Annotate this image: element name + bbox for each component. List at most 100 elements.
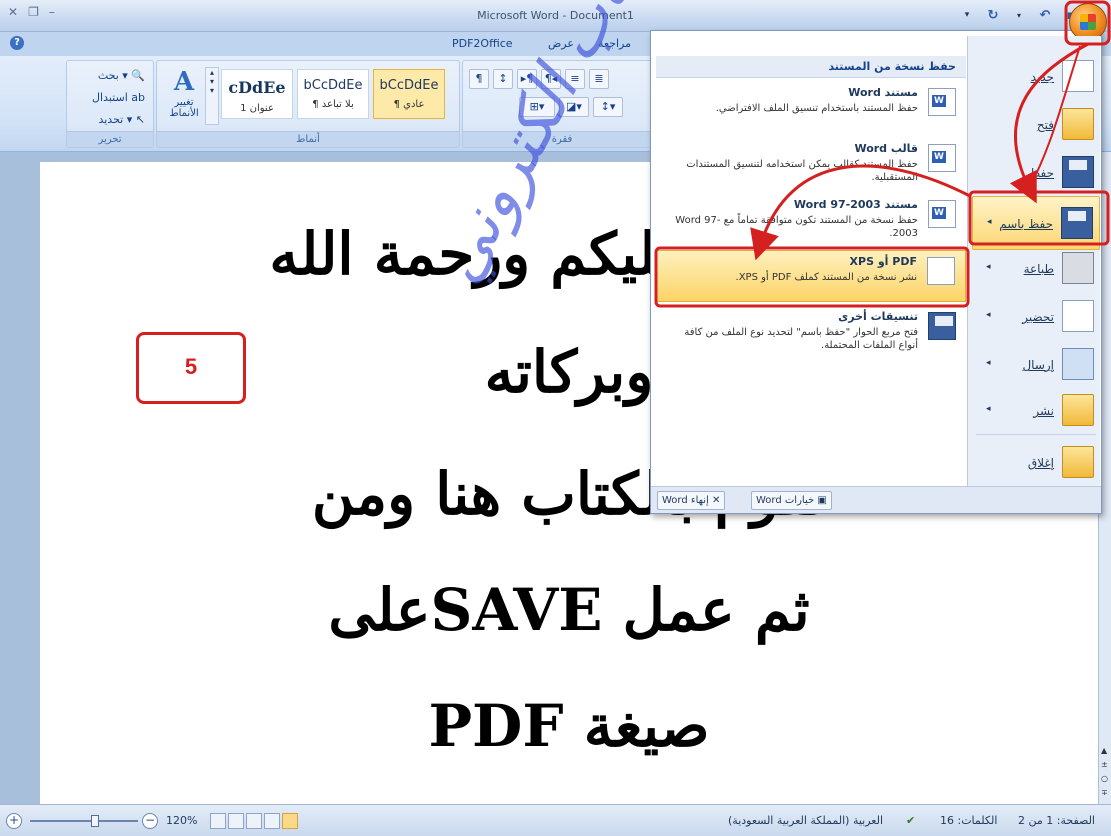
submenu-item-desc: حفظ نسخة من المستند تكون متوافقة تماماً … <box>675 215 918 239</box>
view-outline-icon[interactable] <box>228 813 244 829</box>
submenu-item-desc: حفظ المستند كقالب يمكن استخدامه لتنسيق ا… <box>686 159 918 183</box>
menu-item-new[interactable]: جديد <box>972 50 1100 104</box>
line-spacing-icon[interactable]: ↕▾ <box>593 97 623 117</box>
menu-item-save[interactable]: حفظ <box>972 146 1100 200</box>
save-as-word-document[interactable]: W مستند Word حفظ المستند باستخدام تنسيق … <box>656 82 966 136</box>
menu-item-publish[interactable]: ◂ نشر <box>972 384 1100 438</box>
binoculars-icon: ▾ 🔍 <box>122 69 145 82</box>
redo-icon[interactable]: ↻ <box>984 6 1002 24</box>
step-number-badge: 5 <box>136 332 246 404</box>
word-97-icon: W <box>928 200 956 228</box>
view-draft-icon[interactable] <box>210 813 226 829</box>
menu-item-print[interactable]: ◂ طباعة <box>972 242 1100 296</box>
language-status[interactable]: العربية (المملكة العربية السعودية) <box>728 814 883 827</box>
tab-pdf2office[interactable]: PDF2Office <box>452 37 513 50</box>
replace-button[interactable]: استبدال ab <box>92 91 145 104</box>
exit-word-button[interactable]: ✕ إنهاء Word <box>657 491 726 510</box>
style-sample: bCcDdEe <box>379 78 439 93</box>
style-no-spacing[interactable]: bCcDdEe ¶ بلا تباعد <box>297 69 369 119</box>
doc-line-5: صيغة PDF <box>428 692 710 760</box>
word-count[interactable]: الكلمات: 16 <box>940 814 997 827</box>
page-number[interactable]: الصفحة: 1 من 2 <box>1018 814 1095 827</box>
styles-scroll[interactable]: ▴ ▾ ▾ <box>205 67 219 125</box>
style-name: ¶ بلا تباعد <box>312 99 354 110</box>
save-as-icon <box>1061 207 1093 239</box>
save-as-pdf-xps[interactable]: PDF أو XPS نشر نسخة من المستند كملف PDF … <box>656 250 966 302</box>
find-button[interactable]: بحث ▾ 🔍 <box>98 69 145 82</box>
proofing-icon[interactable]: ✔ <box>906 814 915 827</box>
undo-dropdown-icon[interactable]: ▾ <box>1010 6 1028 24</box>
other-formats-icon <box>928 312 956 340</box>
submenu-arrow-icon: ◂ <box>987 217 992 227</box>
word-options-button[interactable]: ▣ خيارات Word <box>751 491 832 510</box>
doc-line-4: ثم عمل SAVEعلى <box>328 576 810 644</box>
scroll-up-icon[interactable]: ▲ <box>1101 746 1107 755</box>
zoom-level[interactable]: 120% <box>166 814 197 827</box>
submenu-item-title: مستند Word <box>848 86 918 99</box>
customize-qat-icon[interactable]: ▾ <box>958 6 976 24</box>
word-options-label: خيارات Word <box>756 495 815 506</box>
styles-group-label: أنماط <box>157 131 459 147</box>
menu-item-close[interactable]: إغلاق <box>972 436 1100 490</box>
show-marks-icon[interactable]: ¶ <box>469 69 489 89</box>
styles-group: A تغيير الأنماط ▴ ▾ ▾ cDdEe عنوان 1 bCcDdE… <box>156 60 460 148</box>
menu-item-prepare[interactable]: ◂ تحضير <box>972 290 1100 344</box>
menu-item-label: إغلاق <box>1027 456 1054 470</box>
save-as-word-97-2003[interactable]: W مستند Word 97-2003 حفظ نسخة من المستند… <box>656 194 966 248</box>
open-folder-icon <box>1062 108 1094 140</box>
word-document-icon: W <box>928 88 956 116</box>
zoom-slider-thumb[interactable] <box>90 815 99 827</box>
save-as-word-template[interactable]: W قالب Word حفظ المستند كقالب يمكن استخد… <box>656 138 966 192</box>
quick-access-toolbar: ▾ ↻ ▾ ↶ ▪ <box>958 6 1080 24</box>
style-name: عنوان 1 <box>240 103 274 114</box>
zoom-slider[interactable] <box>30 815 138 827</box>
menu-item-open[interactable]: فتح <box>972 98 1100 152</box>
view-print-layout-icon[interactable] <box>282 813 298 829</box>
submenu-header: حفظ نسخة من المستند <box>656 56 966 78</box>
save-icon <box>1062 156 1094 188</box>
submenu-item-title: تنسيقات أخرى <box>838 310 918 323</box>
submenu-item-desc: فتح مربع الحوار "حفظ باسم" لتحديد نوع ال… <box>684 327 918 351</box>
menu-item-label: إرسال <box>1022 358 1054 372</box>
submenu-item-desc: نشر نسخة من المستند كملف PDF أو XPS. <box>735 272 918 283</box>
menu-item-label: نشر <box>1033 404 1054 418</box>
view-fullscreen-icon[interactable] <box>264 813 280 829</box>
exit-icon: ✕ <box>708 495 721 506</box>
submenu-arrow-icon: ◂ <box>986 404 991 414</box>
zoom-out-button[interactable]: − <box>142 813 158 829</box>
submenu-item-title: قالب Word <box>854 142 918 155</box>
menu-item-label: جديد <box>1030 70 1054 84</box>
editing-group: بحث ▾ 🔍 استبدال ab تحديد ▾ ↖ تحرير <box>66 60 154 148</box>
options-icon: ▣ <box>814 495 827 506</box>
style-heading1[interactable]: cDdEe عنوان 1 <box>221 69 293 119</box>
menu-item-label: طباعة <box>1023 262 1054 276</box>
publish-icon <box>1062 394 1094 426</box>
prev-page-icon[interactable]: ± <box>1101 760 1108 769</box>
status-bar: + − 120% العربية (المملكة العربية السعود… <box>0 804 1111 836</box>
submenu-item-title: PDF أو XPS <box>849 255 917 268</box>
select-browse-icon[interactable]: ○ <box>1101 774 1108 783</box>
select-button[interactable]: تحديد ▾ ↖ <box>98 113 145 126</box>
view-web-icon[interactable] <box>246 813 262 829</box>
next-page-icon[interactable]: ∓ <box>1101 788 1108 797</box>
change-styles-icon: A <box>173 67 195 97</box>
submenu-item-desc: حفظ المستند باستخدام تنسيق الملف الافترا… <box>715 103 918 114</box>
exit-word-label: إنهاء Word <box>662 495 709 506</box>
style-normal[interactable]: bCcDdEe ¶ عادي <box>373 69 445 119</box>
save-as-other-formats[interactable]: تنسيقات أخرى فتح مربع الحوار "حفظ باسم" … <box>656 306 966 366</box>
zoom-in-button[interactable]: + <box>6 813 22 829</box>
change-styles-button[interactable]: A تغيير الأنماط <box>159 67 209 127</box>
find-label: بحث <box>97 69 119 82</box>
submenu-arrow-icon: ◂ <box>986 358 991 368</box>
replace-icon: ab <box>131 91 145 104</box>
sort-icon[interactable]: ↕ <box>493 69 513 89</box>
cursor-icon: ▾ ↖ <box>126 113 145 126</box>
select-label: تحديد <box>98 113 124 126</box>
pdf-xps-icon <box>927 257 955 285</box>
menu-item-label: حفظ باسم <box>999 217 1053 231</box>
help-icon[interactable]: ? <box>10 36 24 50</box>
style-name: ¶ عادي <box>393 99 425 110</box>
submenu-arrow-icon: ◂ <box>986 262 991 272</box>
undo-icon[interactable]: ↶ <box>1036 6 1054 24</box>
editing-group-label: تحرير <box>67 131 153 147</box>
